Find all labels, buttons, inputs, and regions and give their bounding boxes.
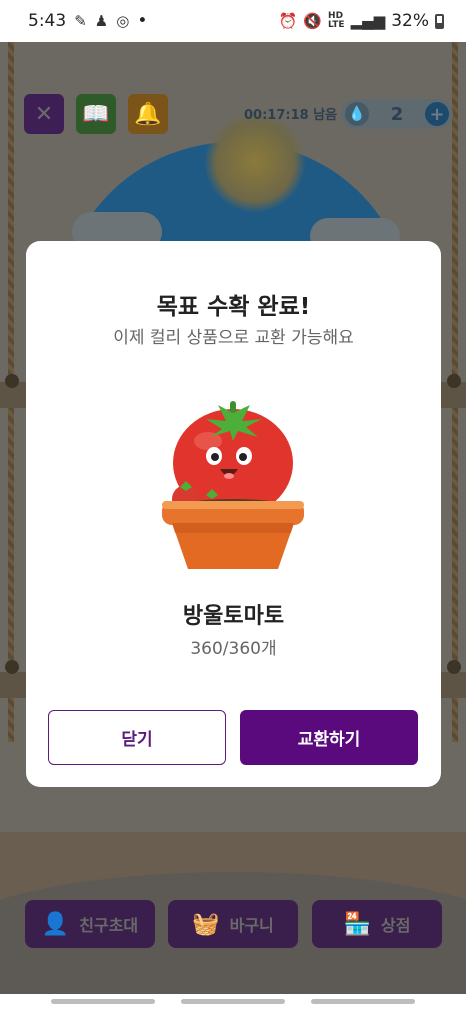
basket-button[interactable]: 🧺 바구니	[168, 900, 298, 948]
invite-friend-button[interactable]: 👤 친구초대	[25, 900, 155, 948]
sun-icon	[205, 112, 305, 212]
alarm-icon: ⏰	[278, 12, 298, 30]
close-icon: ✕	[34, 101, 54, 127]
item-name: 방울토마토	[182, 604, 285, 629]
battery-icon	[435, 13, 444, 29]
exchange-button[interactable]: 교환하기	[240, 710, 418, 765]
shop-label: 상점	[380, 916, 411, 935]
invite-friend-label: 친구초대	[79, 916, 139, 935]
water-count: 2	[390, 103, 404, 125]
dialog-title: 목표 수확 완료!	[156, 294, 311, 320]
mute-icon: 🔇	[303, 12, 323, 30]
status-time: 5:43	[28, 11, 67, 31]
add-friend-icon: 👤	[41, 911, 70, 937]
dialog-subtitle: 이제 컬리 상품으로 교환 가능해요	[113, 328, 354, 348]
guide-button[interactable]: 📖	[76, 94, 116, 134]
battery-percent: 32%	[391, 11, 429, 31]
back-button[interactable]	[311, 999, 415, 1004]
basket-label: 바구니	[229, 916, 274, 935]
tomato-plant-image	[162, 401, 304, 569]
app-notification-icon-2: ♟	[94, 12, 109, 30]
plus-icon[interactable]: +	[425, 102, 449, 126]
basket-icon: 🧺	[192, 911, 220, 937]
recent-apps-button[interactable]	[51, 999, 155, 1004]
item-count: 360/360개	[190, 639, 277, 659]
remaining-timer: 00:17:18 남음	[244, 108, 338, 123]
water-drop-icon: 💧	[345, 102, 369, 126]
close-button[interactable]: 닫기	[48, 710, 226, 765]
network-badge: HD LTE	[328, 11, 345, 30]
shelf-peg	[447, 660, 461, 674]
shop-icon: 🏪	[343, 911, 371, 937]
shop-button[interactable]: 🏪 상점	[312, 900, 442, 948]
water-counter: 💧 2 +	[341, 99, 453, 129]
status-bar: 5:43 ✎ ♟ ◎ • ⏰ 🔇 HD LTE ▂▄▆ 32%	[0, 0, 466, 42]
harvest-complete-dialog: 목표 수확 완료! 이제 컬리 상품으로 교환 가능해요 방울토마토 360/3…	[26, 241, 441, 787]
close-game-button[interactable]: ✕	[24, 94, 64, 134]
book-icon: 📖	[82, 101, 110, 127]
home-button[interactable]	[181, 999, 285, 1004]
navigation-bar	[0, 994, 466, 1010]
sync-icon: ◎	[116, 12, 130, 30]
status-dot: •	[137, 11, 148, 31]
signal-icon: ▂▄▆	[350, 12, 386, 30]
notification-button[interactable]: 🔔	[128, 94, 168, 134]
shelf-peg	[5, 374, 19, 388]
shelf-peg	[5, 660, 19, 674]
shelf-peg	[447, 374, 461, 388]
bell-icon: 🔔	[134, 101, 162, 127]
app-notification-icon: ✎	[74, 12, 87, 30]
